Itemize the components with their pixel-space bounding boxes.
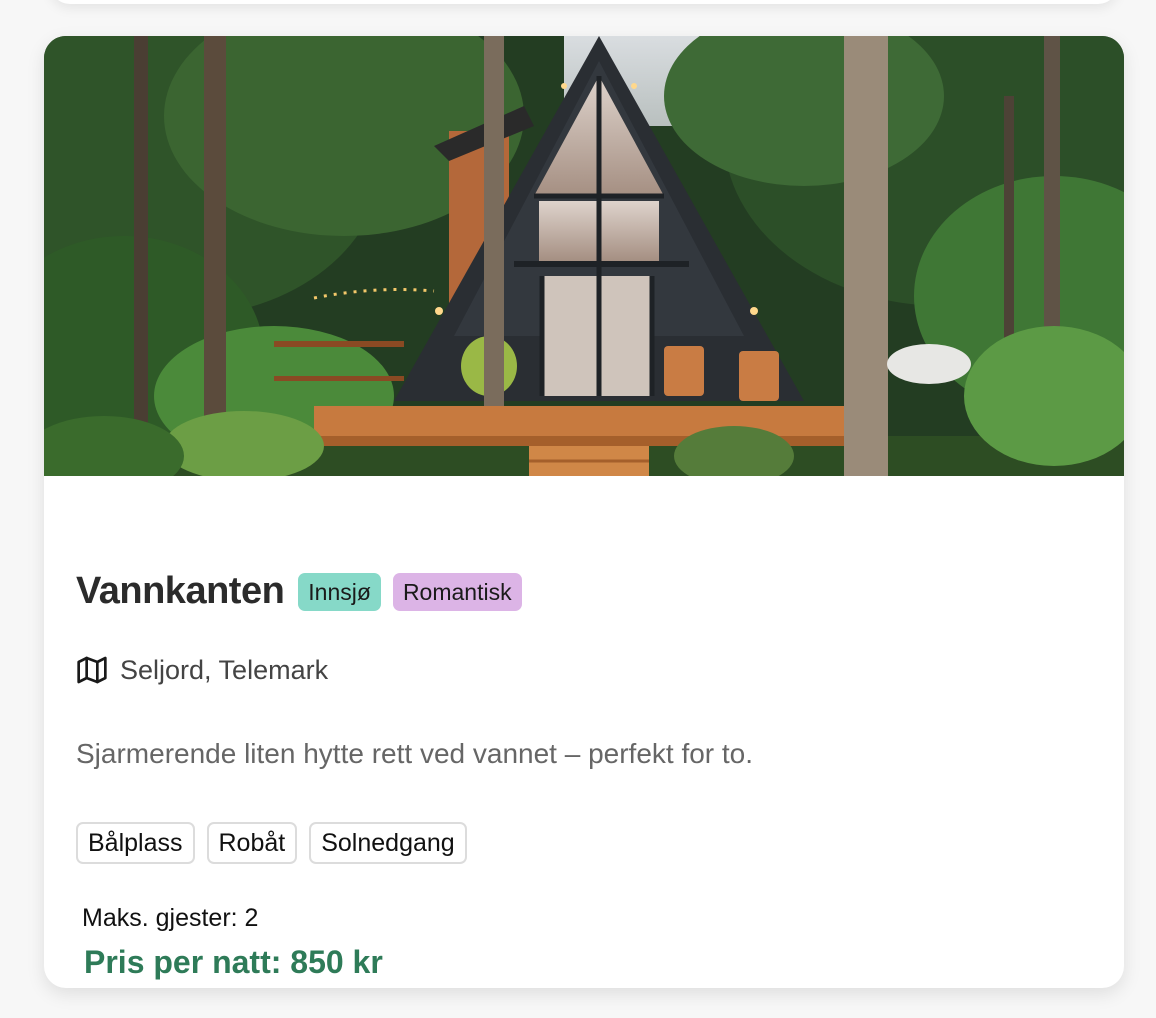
price-per-night: Pris per natt: 850 kr — [84, 944, 383, 980]
feature-list: Bålplass Robåt Solnedgang — [76, 822, 467, 864]
cabin-photo — [44, 36, 1124, 476]
tag-romantisk: Romantisk — [392, 572, 522, 611]
cabin-card[interactable]: Vannkanten Innsjø Romantisk Seljord, Tel… — [44, 36, 1124, 988]
description: Sjarmerende liten hytte rett ved vannet … — [76, 738, 754, 769]
cabin-name[interactable]: Vannkanten — [76, 570, 285, 613]
max-guests: Maks. gjester: 2 — [82, 904, 259, 932]
location: Seljord, Telemark — [76, 654, 328, 686]
title-row: Vannkanten Innsjø Romantisk — [76, 570, 522, 613]
feature-chip-balplass: Bålplass — [76, 822, 195, 864]
tag-innsjo: Innsjø — [298, 572, 381, 611]
previous-card-edge — [50, 0, 1118, 4]
location-text: Seljord, Telemark — [120, 654, 329, 685]
feature-chip-solnedgang: Solnedgang — [309, 822, 467, 864]
feature-chip-robat: Robåt — [206, 822, 298, 864]
map-icon — [77, 656, 107, 684]
